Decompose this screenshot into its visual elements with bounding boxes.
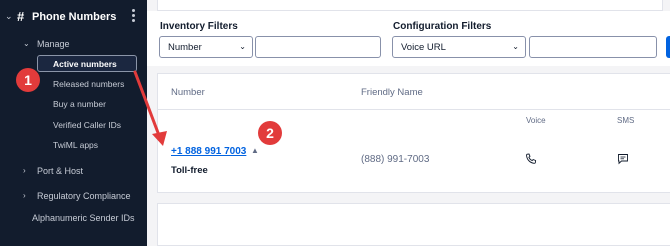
- hash-icon: #: [17, 9, 25, 24]
- message-icon: [618, 154, 628, 165]
- sidebar-group-port-host[interactable]: › Port & Host: [23, 166, 84, 176]
- inventory-filter-select[interactable]: Number ⌄: [159, 36, 253, 58]
- header-divider: [158, 109, 670, 110]
- phone-icon: [526, 153, 537, 164]
- select-value: Number: [168, 42, 202, 53]
- step-2-badge: 2: [258, 121, 282, 145]
- sidebar-header[interactable]: ⌄ # Phone Numbers: [0, 0, 147, 34]
- column-header-friendly-name[interactable]: Friendly Name: [361, 87, 423, 98]
- sidebar-item-label: Active numbers: [53, 59, 117, 69]
- sidebar-item-alphanumeric-sender-ids[interactable]: Alphanumeric Sender IDs: [32, 213, 135, 223]
- bottom-panel: [157, 203, 670, 246]
- search-button[interactable]: [666, 36, 670, 58]
- sidebar-group-label: Regulatory Compliance: [37, 191, 131, 201]
- sidebar-item-active-numbers[interactable]: Active numbers: [37, 55, 137, 72]
- more-options-icon[interactable]: [130, 8, 136, 24]
- column-header-number[interactable]: Number: [171, 87, 205, 98]
- sidebar-section-manage[interactable]: ⌄ Manage: [23, 39, 70, 49]
- configuration-filter-select[interactable]: Voice URL ⌄: [392, 36, 526, 58]
- sidebar-item-buy-a-number[interactable]: Buy a number: [53, 99, 106, 109]
- configuration-filters-label: Configuration Filters: [393, 21, 492, 32]
- sidebar-item-twiml-apps[interactable]: TwiML apps: [53, 140, 98, 150]
- select-value: Voice URL: [401, 42, 446, 53]
- top-panel: [157, 0, 663, 11]
- sidebar-group-label: Port & Host: [37, 166, 84, 176]
- inventory-filters-label: Inventory Filters: [160, 21, 238, 32]
- inventory-filter-input[interactable]: [255, 36, 381, 58]
- step-1-badge: 1: [16, 68, 40, 92]
- number-type-label: Toll-free: [171, 165, 208, 176]
- chevron-right-icon: ›: [23, 191, 26, 200]
- sidebar-item-released-numbers[interactable]: Released numbers: [53, 79, 124, 89]
- chevron-right-icon: ›: [23, 166, 26, 175]
- triangle-up-icon: ▲: [251, 146, 259, 155]
- configuration-filter-input[interactable]: [529, 36, 657, 58]
- sidebar-item-verified-caller-ids[interactable]: Verified Caller IDs: [53, 120, 121, 130]
- chevron-down-icon: ⌄: [512, 42, 519, 51]
- chevron-down-icon: ⌄: [239, 42, 246, 51]
- column-header-voice: Voice: [526, 116, 546, 125]
- friendly-name: (888) 991-7003: [361, 154, 430, 165]
- numbers-table: Number Friendly Name Voice SMS +1 888 99…: [157, 73, 670, 193]
- sidebar-section-label: Manage: [37, 39, 70, 49]
- sidebar: ⌄ # Phone Numbers ⌄ Manage Active number…: [0, 0, 147, 246]
- chevron-down-icon: ⌄: [23, 39, 30, 48]
- sidebar-title[interactable]: Phone Numbers: [32, 11, 116, 23]
- filters-bar: Inventory Filters Number ⌄ Configuration…: [147, 11, 670, 66]
- main-content: Inventory Filters Number ⌄ Configuration…: [147, 0, 670, 246]
- phone-number-link[interactable]: +1 888 991 7003: [171, 146, 246, 157]
- chevron-down-icon[interactable]: ⌄: [5, 11, 13, 22]
- column-header-sms: SMS: [617, 116, 635, 125]
- sidebar-group-regulatory-compliance[interactable]: › Regulatory Compliance: [23, 191, 131, 201]
